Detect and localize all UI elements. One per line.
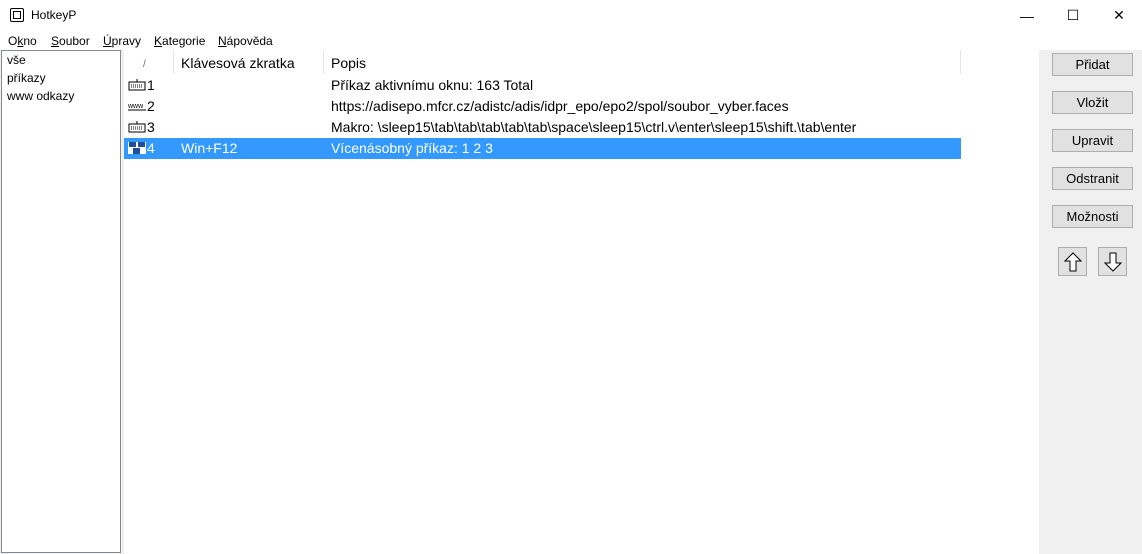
row-number: 4 [147,140,155,156]
arrow-down-icon [1103,252,1122,272]
window-title: HotkeyP [31,8,77,22]
list-row[interactable]: 1 Příkaz aktivnímu oknu: 163 Total [124,75,961,96]
list-header: / Klávesová zkratka Popis [124,50,1039,74]
menu-soubor[interactable]: Soubor [51,34,90,48]
menu-kategorie[interactable]: Kategorie [154,34,205,48]
list-row-selected[interactable]: 4 Win+F12 Vícenásobný příkaz: 1 2 3 [124,138,961,159]
svg-text:www: www [128,103,144,110]
column-header-description[interactable]: Popis [324,50,961,74]
category-list[interactable]: vše příkazy www odkazy [1,50,121,553]
minimize-button[interactable]: — [1004,0,1050,31]
title-bar: HotkeyP — ☐ ✕ [0,0,1142,32]
paste-button[interactable]: Vložit [1052,91,1133,114]
options-button[interactable]: Možnosti [1052,205,1133,228]
arrow-up-icon [1063,251,1082,271]
row-hotkey: Win+F12 [181,140,238,156]
row-description: Makro: \sleep15\tab\tab\tab\tab\tab\spac… [331,119,857,135]
remove-button[interactable]: Odstranit [1052,167,1133,190]
category-item-www-odkazy[interactable]: www odkazy [2,87,120,105]
menu-okno[interactable]: Okno [8,34,37,48]
keyboard-icon [128,121,146,133]
keyboard-icon [128,79,146,91]
multi-command-icon [128,142,146,154]
app-icon [10,8,24,22]
command-list[interactable]: / Klávesová zkratka Popis 1 Příkaz aktiv… [124,50,1039,554]
www-icon: www [128,103,146,111]
close-button[interactable]: ✕ [1096,0,1142,31]
menu-bar: Okno Soubor Úpravy Kategorie Nápověda [0,31,1142,50]
move-up-button[interactable] [1058,247,1087,276]
action-panel: Přidat Vložit Upravit Odstranit Možnosti [1040,50,1142,554]
category-item-vse[interactable]: vše [2,51,120,69]
edit-button[interactable]: Upravit [1052,129,1133,152]
list-row[interactable]: www 2 https://adisepo.mfcr.cz/adistc/adi… [124,96,961,117]
menu-upravy[interactable]: Úpravy [103,34,141,48]
row-description: Vícenásobný příkaz: 1 2 3 [331,140,493,156]
menu-napoveda[interactable]: Nápověda [218,34,273,48]
row-description: Příkaz aktivnímu oknu: 163 Total [331,77,534,93]
add-button[interactable]: Přidat [1052,53,1133,76]
list-row[interactable]: 3 Makro: \sleep15\tab\tab\tab\tab\tab\sp… [124,117,961,138]
move-down-button[interactable] [1098,247,1127,276]
column-header-number[interactable]: / [124,50,174,74]
maximize-button[interactable]: ☐ [1050,0,1096,31]
row-number: 1 [147,77,155,93]
category-item-prikazy[interactable]: příkazy [2,69,120,87]
row-number: 2 [147,98,155,114]
row-number: 3 [147,119,155,135]
column-header-hotkey[interactable]: Klávesová zkratka [174,50,324,74]
row-description: https://adisepo.mfcr.cz/adistc/adis/idpr… [331,98,789,114]
